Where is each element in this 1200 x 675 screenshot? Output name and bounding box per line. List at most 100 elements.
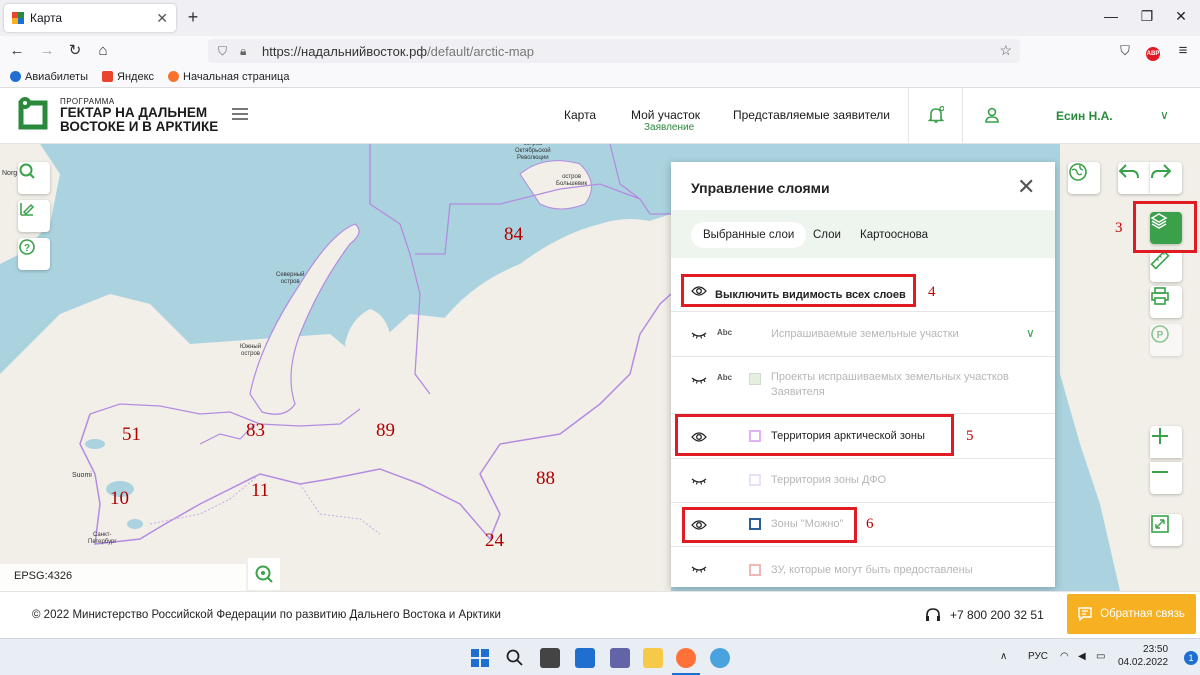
tab-selected-layers[interactable]: Выбранные слои [691,222,807,248]
os-taskbar: ∧ РУС ◠ ◀ ▭ 23:50 04.02.2022 1 [0,638,1200,675]
task-view-icon[interactable] [540,648,560,668]
clock[interactable]: 23:50 04.02.2022 [1118,643,1168,669]
panel-tabs: Выбранные слои Слои Картооснова [671,210,1055,258]
shield-icon[interactable]: ⛉ [218,44,232,59]
chat-icon [1078,607,1092,621]
lock-icon[interactable]: 🔒︎ [240,44,254,59]
eye-closed-icon[interactable] [691,475,707,487]
chevron-down-icon[interactable]: ∨ [1160,108,1169,122]
layer-label: Проекты испрашиваемых земельных участков… [771,371,1009,398]
ruler-icon [1150,250,1170,270]
battery-icon[interactable]: ▭ [1096,651,1105,662]
wifi-icon[interactable]: ◠ [1060,651,1069,662]
tab-layers[interactable]: Слои [801,222,853,248]
header-divider [962,88,963,144]
start-icon[interactable] [470,648,490,668]
firefox-icon[interactable] [676,648,696,668]
label-toggle-abc[interactable]: Abc [717,328,732,337]
projection-label: EPSG:4326 [0,564,246,591]
notification-badge[interactable]: 1 [1184,651,1198,665]
nav-my-plot[interactable]: Мой участок [631,108,700,122]
bookmark-yandex[interactable]: Яндекс [102,71,154,83]
new-tab-icon[interactable]: + [182,7,204,29]
adblock-icon[interactable]: ABP [1142,40,1164,62]
back-icon[interactable]: ← [6,40,28,62]
layer-row[interactable]: Территория зоны ДФО [671,459,1055,503]
chevron-down-icon[interactable]: ∨ [1026,326,1035,340]
bell-icon[interactable] [928,106,944,124]
layer-swatch [749,373,761,385]
redo-button[interactable] [1150,162,1182,194]
eye-closed-icon[interactable] [691,329,707,341]
url-text[interactable]: https://надальнийвосток.рф/default/arcti… [262,44,534,59]
layer-row[interactable]: Abc Испрашиваемые земельные участки ∨ [671,312,1055,357]
map-search-button[interactable] [18,162,50,194]
eye-closed-icon[interactable] [691,374,707,386]
file-explorer-icon[interactable] [643,648,663,668]
copyright: © 2022 Министерство Российской Федерации… [32,609,501,621]
annotation-number: 6 [866,516,874,532]
nav-my-plot-sub[interactable]: Заявление [644,122,694,133]
map-draw-button[interactable] [18,200,50,232]
map-label-spb: Санкт- Петербург [88,532,117,545]
address-bar[interactable]: ⛉ 🔒︎ https://надальнийвосток.рф/default/… [208,39,1020,63]
home-icon[interactable]: ⌂ [92,40,114,62]
bookmark-start-page[interactable]: Начальная страница [168,71,289,83]
nav-representatives[interactable]: Представляемые заявители [733,108,890,122]
logo-title[interactable]: ГЕКТАР НА ДАЛЬНЕМ ВОСТОКЕ И В АРКТИКЕ [60,106,225,134]
annotation-number: 3 [1115,220,1123,236]
map-help-button[interactable]: ? [18,238,50,270]
site-footer: © 2022 Министерство Российской Федерации… [0,591,1200,638]
zoom-search-button[interactable] [248,558,280,590]
search-icon[interactable] [505,648,525,668]
tab-title: Карта [30,11,63,25]
print-button[interactable] [1150,286,1182,318]
pocket-icon[interactable]: ⛉ [1114,40,1136,62]
ruler-button[interactable] [1150,250,1182,282]
region-number: 10 [110,488,129,509]
parking-button[interactable]: P [1150,324,1182,356]
tab-close-icon[interactable]: ✕ [156,10,168,27]
zoom-out-button[interactable] [1150,462,1182,494]
logo-icon[interactable] [18,96,48,132]
user-name[interactable]: Есин Н.А. [1056,109,1113,123]
user-icon[interactable] [984,106,1000,124]
zoom-search-icon [255,565,273,583]
tab-basemap[interactable]: Картооснова [848,222,940,248]
zoom-in-button[interactable] [1150,426,1182,458]
menu-icon[interactable]: ≡ [1172,40,1194,62]
close-icon[interactable]: ✕ [1017,176,1035,198]
fullscreen-button[interactable] [1150,514,1182,546]
teams-icon[interactable] [610,648,630,668]
undo-button[interactable] [1118,162,1150,194]
region-number: 83 [246,420,265,441]
support-phone[interactable]: +7 800 200 32 51 [950,608,1044,622]
redo-icon [1151,164,1172,179]
app-icon[interactable] [710,648,730,668]
map-label-yuzhny: Южный остров [240,344,262,357]
minimize-icon[interactable]: — [1096,8,1126,24]
maximize-icon[interactable]: ❐ [1132,8,1162,25]
forward-icon[interactable]: → [36,40,58,62]
eye-closed-icon[interactable] [691,563,707,575]
layer-label: Испрашиваемые земельные участки [771,328,959,340]
tray-overflow-icon[interactable]: ∧ [1000,651,1007,662]
bookmark-star-icon[interactable]: ☆ [999,42,1012,59]
reload-icon[interactable]: ↻ [64,40,86,62]
label-toggle-abc[interactable]: Abc [717,373,732,382]
region-number: 51 [122,424,141,445]
basemap-globe-button[interactable] [1068,162,1100,194]
hamburger-menu-icon[interactable] [232,108,248,120]
widgets-icon[interactable] [575,648,595,668]
input-language[interactable]: РУС [1028,651,1048,662]
browser-tab[interactable]: Карта ✕ [4,4,176,32]
annotation-box-toggle-all [681,274,916,307]
layer-row[interactable]: Abc Проекты испрашиваемых земельных учас… [671,357,1055,414]
volume-icon[interactable]: ◀ [1078,651,1086,662]
window-close-icon[interactable]: ✕ [1166,8,1196,25]
annotation-box-layers [1133,201,1197,253]
nav-map[interactable]: Карта [564,108,596,122]
bookmark-aviabilety[interactable]: Авиабилеты [10,71,88,83]
layer-row[interactable]: ЗУ, которые могут быть предоставлены [671,547,1055,587]
feedback-button[interactable]: Обратная связь [1067,594,1196,634]
